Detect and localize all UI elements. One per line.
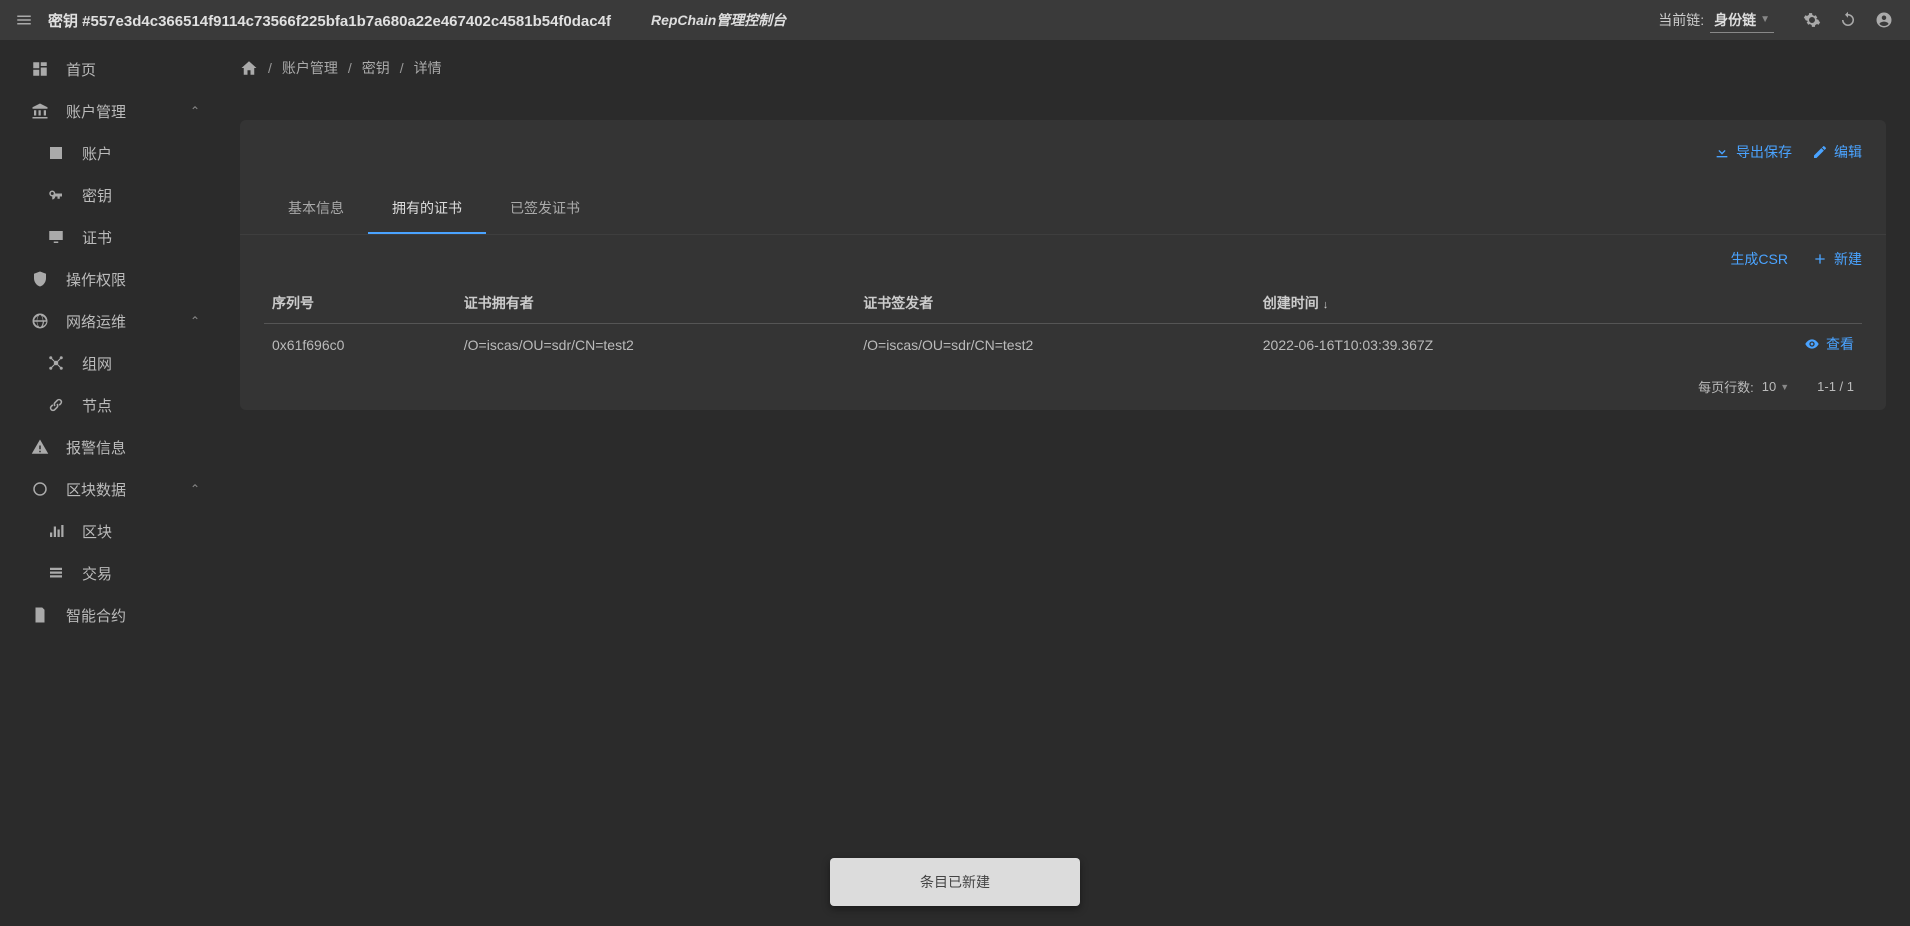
bars-icon	[44, 522, 68, 540]
brand-label: RepChain管理控制台	[651, 10, 786, 30]
globe-icon	[28, 312, 52, 330]
chain-select[interactable]: 身份链 ▼	[1710, 8, 1774, 33]
table-row: 0x61f696c0 /O=iscas/OU=sdr/CN=test2 /O=i…	[264, 324, 1862, 366]
shield-icon	[28, 270, 52, 288]
per-page-label: 每页行数:	[1698, 377, 1754, 396]
sidebar-item-node[interactable]: 节点	[0, 384, 216, 426]
sidebar-item-network[interactable]: 组网	[0, 342, 216, 384]
sidebar-item-key[interactable]: 密钥	[0, 174, 216, 216]
per-page-value: 10	[1762, 379, 1776, 394]
page-range: 1-1 / 1	[1817, 379, 1854, 394]
sidebar: 首页 账户管理 ⌃ 账户 密钥 证书 操作权限 网络运维 ⌃	[0, 40, 216, 926]
chevron-up-icon: ⌃	[190, 104, 200, 118]
pagination: 每页行数: 10 ▼ 1-1 / 1	[264, 365, 1862, 400]
cell-serial: 0x61f696c0	[264, 324, 456, 366]
breadcrumb-current: 详情	[414, 58, 442, 78]
sidebar-item-cert[interactable]: 证书	[0, 216, 216, 258]
sidebar-item-label: 账户	[82, 143, 200, 164]
cell-issuer: /O=iscas/OU=sdr/CN=test2	[855, 324, 1255, 366]
sidebar-item-label: 交易	[82, 563, 200, 584]
export-button[interactable]: 导出保存	[1714, 142, 1792, 162]
link-icon	[44, 396, 68, 414]
refresh-icon[interactable]	[1834, 6, 1862, 34]
list-icon	[44, 564, 68, 582]
sidebar-item-account[interactable]: 账户	[0, 132, 216, 174]
sidebar-item-label: 节点	[82, 395, 200, 416]
document-icon	[28, 606, 52, 624]
chevron-down-icon: ▼	[1780, 382, 1789, 392]
col-created[interactable]: 创建时间↓	[1255, 283, 1655, 324]
tab-basic-info[interactable]: 基本信息	[264, 184, 368, 234]
new-label: 新建	[1834, 249, 1862, 269]
key-icon	[44, 186, 68, 204]
sidebar-item-label: 网络运维	[66, 311, 190, 332]
sidebar-item-block[interactable]: 区块	[0, 510, 216, 552]
dashboard-icon	[28, 60, 52, 78]
sidebar-item-tx[interactable]: 交易	[0, 552, 216, 594]
account-icon[interactable]	[1870, 6, 1898, 34]
sidebar-item-contract[interactable]: 智能合约	[0, 594, 216, 636]
sidebar-item-account-mgmt[interactable]: 账户管理 ⌃	[0, 90, 216, 132]
detail-card: 导出保存 编辑 基本信息 拥有的证书 已签发证书 生成CSR	[240, 120, 1886, 410]
col-issuer[interactable]: 证书签发者	[855, 283, 1255, 324]
menu-icon[interactable]	[12, 8, 36, 32]
sidebar-item-home[interactable]: 首页	[0, 48, 216, 90]
col-owner[interactable]: 证书拥有者	[456, 283, 856, 324]
cell-created: 2022-06-16T10:03:39.367Z	[1255, 324, 1655, 366]
settings-icon[interactable]	[1798, 6, 1826, 34]
toast-notification: 条目已新建	[830, 858, 1080, 906]
chevron-down-icon: ▼	[1760, 14, 1770, 25]
view-label: 查看	[1826, 334, 1854, 354]
hub-icon	[44, 354, 68, 372]
sidebar-item-label: 区块	[82, 521, 200, 542]
edit-label: 编辑	[1834, 142, 1862, 162]
sidebar-item-label: 组网	[82, 353, 200, 374]
bank-icon	[28, 102, 52, 120]
sidebar-item-label: 账户管理	[66, 101, 190, 122]
page-title: 密钥 #557e3d4c366514f9114c73566f225bfa1b7a…	[48, 10, 611, 31]
circle-icon	[28, 480, 52, 498]
chevron-up-icon: ⌃	[190, 314, 200, 328]
new-button[interactable]: 新建	[1812, 249, 1862, 269]
export-label: 导出保存	[1736, 142, 1792, 162]
gen-csr-label: 生成CSR	[1730, 249, 1788, 269]
sidebar-item-label: 首页	[66, 59, 200, 80]
sidebar-item-label: 密钥	[82, 185, 200, 206]
tab-owned-certs[interactable]: 拥有的证书	[368, 184, 486, 234]
breadcrumb-link-account-mgmt[interactable]: 账户管理	[282, 58, 338, 78]
view-button[interactable]: 查看	[1804, 334, 1854, 354]
current-chain-label: 当前链:	[1658, 10, 1704, 30]
warning-icon	[28, 438, 52, 456]
sidebar-item-label: 报警信息	[66, 437, 200, 458]
sidebar-item-block-data[interactable]: 区块数据 ⌃	[0, 468, 216, 510]
sidebar-item-op-auth[interactable]: 操作权限	[0, 258, 216, 300]
main-content: / 账户管理 / 密钥 / 详情 导出保存 编辑 基本信息 拥有的证书	[216, 40, 1910, 926]
topbar: 密钥 #557e3d4c366514f9114c73566f225bfa1b7a…	[0, 0, 1910, 40]
sort-desc-icon: ↓	[1323, 299, 1329, 311]
account-box-icon	[44, 144, 68, 162]
gen-csr-button[interactable]: 生成CSR	[1730, 249, 1788, 269]
cell-owner: /O=iscas/OU=sdr/CN=test2	[456, 324, 856, 366]
sidebar-item-alert[interactable]: 报警信息	[0, 426, 216, 468]
breadcrumb: / 账户管理 / 密钥 / 详情	[240, 40, 1886, 96]
cert-table: 序列号 证书拥有者 证书签发者 创建时间↓ 0x61f696c0 /O=isca…	[264, 283, 1862, 365]
tab-issued-certs[interactable]: 已签发证书	[486, 184, 604, 234]
chevron-up-icon: ⌃	[190, 482, 200, 496]
home-icon[interactable]	[240, 59, 258, 77]
monitor-icon	[44, 228, 68, 246]
sidebar-item-label: 智能合约	[66, 605, 200, 626]
tabs: 基本信息 拥有的证书 已签发证书	[240, 184, 1886, 235]
breadcrumb-link-key[interactable]: 密钥	[362, 58, 390, 78]
sidebar-item-label: 证书	[82, 227, 200, 248]
edit-button[interactable]: 编辑	[1812, 142, 1862, 162]
per-page-select[interactable]: 10 ▼	[1762, 379, 1789, 394]
chain-select-value: 身份链	[1714, 10, 1756, 30]
sidebar-item-label: 区块数据	[66, 479, 190, 500]
sidebar-item-net-ops[interactable]: 网络运维 ⌃	[0, 300, 216, 342]
sidebar-item-label: 操作权限	[66, 269, 200, 290]
col-serial[interactable]: 序列号	[264, 283, 456, 324]
